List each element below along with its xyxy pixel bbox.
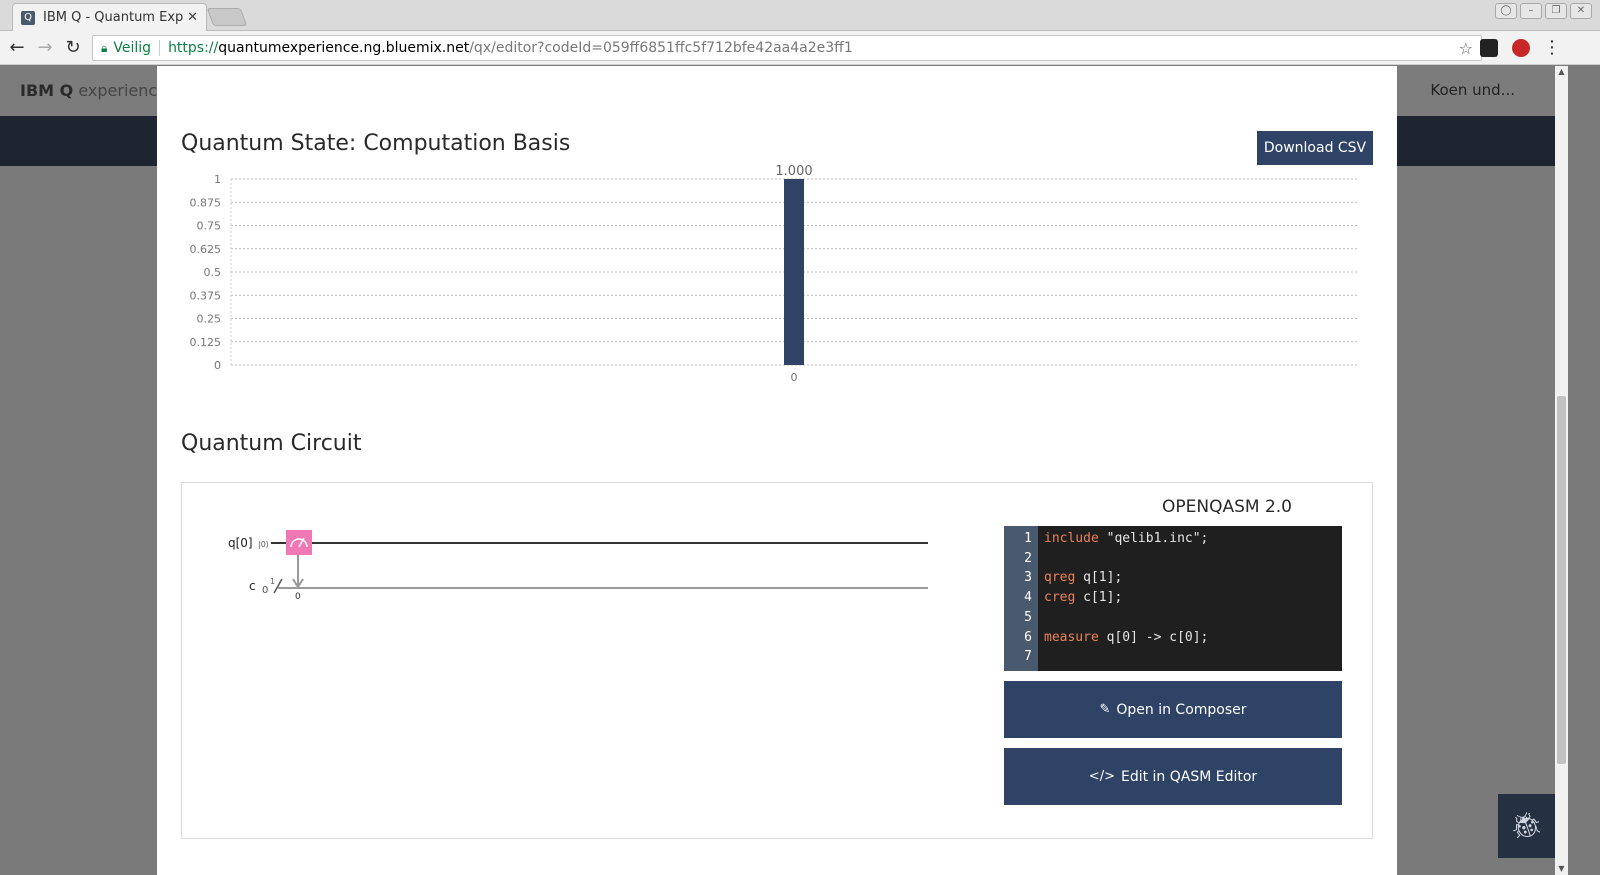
code-text: measure q[0] -> c[0];: [1044, 628, 1208, 648]
scroll-down-icon[interactable]: ▼: [1555, 863, 1568, 875]
creg-slash: [273, 578, 283, 594]
page-scrollbar[interactable]: ▲ ▼: [1555, 66, 1568, 875]
url-scheme: https://: [168, 40, 219, 56]
extension-icon[interactable]: [1480, 39, 1498, 57]
code-line: 1 include "qelib1.inc";: [1004, 529, 1208, 549]
scroll-thumb[interactable]: [1557, 396, 1566, 764]
code-line: 6 measure q[0] -> c[0];: [1004, 628, 1208, 648]
window-controls: ◯ – ❐ ✕: [1495, 3, 1592, 19]
code-text: qreg q[1];: [1044, 568, 1122, 588]
code-keyword: include: [1044, 531, 1099, 546]
circuit-title: Quantum Circuit: [181, 431, 362, 456]
y-tick-label: 0.875: [190, 196, 222, 209]
record-extension-icon[interactable]: [1512, 39, 1530, 57]
divider: [159, 40, 161, 56]
code-line: 3 qreg q[1];: [1004, 568, 1122, 588]
y-tick-label: 0.75: [197, 220, 222, 233]
chart-bar: [784, 179, 804, 365]
creg-label: c: [249, 579, 256, 593]
reload-icon[interactable]: ↻: [61, 36, 85, 60]
code-line: 2: [1004, 549, 1032, 569]
download-csv-button[interactable]: Download CSV: [1257, 131, 1373, 165]
profile-icon[interactable]: ◯: [1495, 3, 1517, 19]
code-rest: c[1];: [1075, 590, 1123, 606]
url-host: quantumexperience.ng.bluemix.net: [218, 40, 470, 56]
forward-arrow-icon[interactable]: →: [33, 36, 57, 60]
browser-tab[interactable]: Q IBM Q - Quantum Exp ✕: [12, 3, 207, 31]
measure-index: 0: [295, 592, 301, 602]
code-line: 5: [1004, 608, 1032, 628]
line-number: 1: [1024, 531, 1032, 546]
y-tick-label: 0.125: [190, 336, 222, 349]
tab-favicon-icon: Q: [21, 10, 35, 25]
address-bar[interactable]: 🔒︎ Veilig https://quantumexperience.ng.b…: [92, 35, 1482, 61]
creg-size: 1: [270, 577, 275, 586]
code-rest: "qelib1.inc";: [1098, 531, 1209, 546]
quantum-state-chart: 0 0.125 0.25 0.375 0.5 0.625 0.75 0.875 1 1.000 0: [190, 164, 1357, 384]
x-tick-label: 0: [791, 371, 798, 384]
measure-gate[interactable]: [286, 530, 312, 555]
line-number: 2: [1024, 550, 1032, 566]
state-title: Quantum State: Computation Basis: [181, 131, 571, 156]
bookmark-star-icon[interactable]: ☆: [1459, 39, 1473, 58]
code-keyword: measure: [1044, 629, 1099, 645]
circuit-panel: q[0] |0⟩ c 0 1 0 OPENQASM 2.0 1 include "…: [181, 482, 1373, 839]
code-line: 7: [1004, 647, 1032, 667]
minimize-icon[interactable]: –: [1520, 3, 1542, 19]
code-rest: q[0] -> c[0];: [1098, 629, 1209, 645]
code-rest: q[1];: [1075, 570, 1123, 586]
scroll-up-icon[interactable]: ▲: [1555, 66, 1568, 78]
bug-icon: 🐞︎: [1509, 811, 1543, 841]
user-menu[interactable]: Koen und...: [1430, 81, 1515, 99]
code-keyword: qreg: [1044, 570, 1076, 586]
qubit-label: q[0]: [228, 536, 253, 550]
y-tick-label: 0: [214, 359, 221, 372]
code-text: creg c[1];: [1044, 588, 1122, 608]
browser-toolbar: ← → ↻ 🔒︎ Veilig https://quantumexperienc…: [0, 31, 1600, 65]
qasm-code-editor[interactable]: 1 include "qelib1.inc"; 2 3 qreg q[1]; 4 creg …: [1004, 526, 1342, 671]
url-path: /qx/editor?codeId=059ff6851ffc5f712bfe42…: [469, 40, 853, 56]
tab-title: IBM Q - Quantum Exp: [43, 10, 184, 25]
line-number: 7: [1024, 649, 1032, 665]
brand-light: experience: [78, 81, 168, 100]
open-composer-label: Open in Composer: [1116, 701, 1247, 718]
lock-icon: 🔒︎: [101, 40, 108, 55]
line-number: 5: [1024, 609, 1032, 625]
y-tick-label: 0.5: [204, 266, 222, 279]
code-line: 4 creg c[1];: [1004, 588, 1122, 608]
line-number: 6: [1024, 629, 1032, 645]
open-composer-button[interactable]: ✎ Open in Composer: [1004, 681, 1342, 738]
code-icon: </>: [1088, 769, 1115, 784]
brand-logo[interactable]: IBM Q experience: [20, 81, 167, 100]
line-number: 4: [1024, 590, 1032, 606]
creg-init: 0: [262, 585, 268, 596]
bug-report-button[interactable]: 🐞︎: [1498, 794, 1555, 858]
edit-qasm-label: Edit in QASM Editor: [1120, 768, 1258, 785]
window-close-icon[interactable]: ✕: [1570, 3, 1592, 19]
code-text: include "qelib1.inc";: [1044, 529, 1208, 549]
menu-dots-icon[interactable]: ⋮: [1540, 36, 1564, 60]
secure-label: Veilig: [113, 40, 152, 56]
results-modal: Quantum State: Computation Basis Downloa…: [157, 66, 1397, 875]
restore-icon[interactable]: ❐: [1545, 3, 1567, 19]
y-tick-label: 0.25: [197, 313, 222, 326]
line-number: 3: [1024, 570, 1032, 586]
qubit-init: |0⟩: [258, 540, 269, 549]
bar-value-label: 1.000: [775, 164, 812, 179]
y-tick-label: 0.375: [190, 289, 222, 302]
measure-gate-box[interactable]: [286, 530, 312, 555]
close-icon[interactable]: ✕: [187, 10, 198, 25]
brand-bold: IBM Q: [20, 81, 74, 100]
code-keyword: creg: [1044, 590, 1076, 606]
back-arrow-icon[interactable]: ←: [5, 36, 29, 60]
tab-strip: Q IBM Q - Quantum Exp ✕ ◯ – ❐ ✕: [0, 0, 1600, 31]
y-tick-label: 0.625: [190, 243, 222, 256]
edit-qasm-button[interactable]: </> Edit in QASM Editor: [1004, 748, 1342, 805]
y-tick-label: 1: [214, 173, 221, 186]
pencil-icon: ✎: [1099, 702, 1111, 717]
new-tab-button[interactable]: [206, 8, 248, 26]
circuit-diagram: q[0] |0⟩ c 0 1 0: [228, 530, 928, 602]
qasm-title: OPENQASM 2.0: [1162, 497, 1292, 517]
